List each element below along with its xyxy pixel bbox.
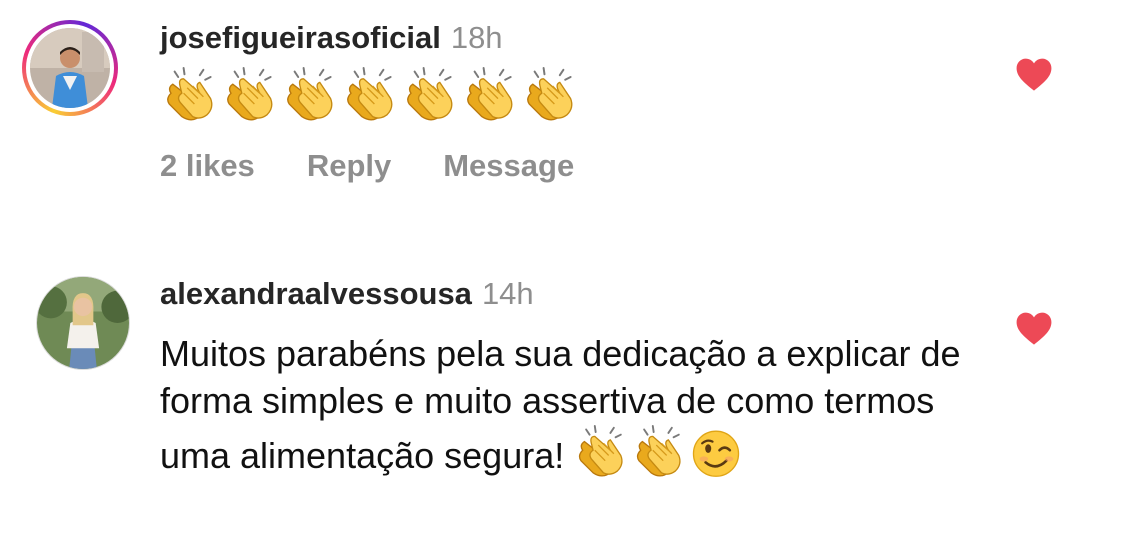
- clapping-hands-icon: [222, 66, 276, 124]
- comment-actions: 2 likes Reply Message: [160, 146, 574, 186]
- comment-header: alexandraalvessousa 14h: [160, 276, 534, 312]
- likes-count[interactable]: 2 likes: [160, 146, 255, 186]
- comment-header: josefigueirasoficial 18h: [160, 20, 503, 56]
- comment-item: alexandraalvessousa 14h Muitos parabéns p…: [0, 262, 1125, 533]
- avatar[interactable]: [36, 276, 130, 370]
- timestamp: 18h: [450, 20, 503, 55]
- username[interactable]: josefigueirasoficial: [160, 20, 441, 55]
- reply-button[interactable]: Reply: [307, 146, 391, 186]
- heart-icon[interactable]: [1015, 56, 1053, 92]
- timestamp: 14h: [481, 276, 534, 311]
- comment-text: Muitos parabéns pela sua dedicação a exp…: [160, 330, 980, 491]
- avatar-story-ring[interactable]: [22, 20, 118, 116]
- clapping-hands-icon: [402, 66, 456, 124]
- winking-face-icon: [690, 424, 742, 491]
- clapping-hands-icon: [342, 66, 396, 124]
- username[interactable]: alexandraalvessousa: [160, 276, 472, 311]
- avatar: [30, 28, 110, 108]
- message-button[interactable]: Message: [443, 146, 574, 186]
- clapping-hands-icon: [162, 66, 216, 124]
- comment-text-content: Muitos parabéns pela sua dedicação a exp…: [160, 333, 961, 476]
- clapping-hands-icon: [574, 424, 626, 491]
- comment-item: josefigueirasoficial 18h 2 likes Reply Me…: [0, 0, 1125, 210]
- comment-trailing-emojis: [574, 424, 742, 491]
- clapping-hands-icon: [462, 66, 516, 124]
- heart-icon[interactable]: [1015, 310, 1053, 346]
- avatar-image: [37, 277, 129, 369]
- clapping-hands-icon: [282, 66, 336, 124]
- comment-emoji-row: [162, 66, 576, 124]
- clapping-hands-icon: [522, 66, 576, 124]
- clapping-hands-icon: [632, 424, 684, 491]
